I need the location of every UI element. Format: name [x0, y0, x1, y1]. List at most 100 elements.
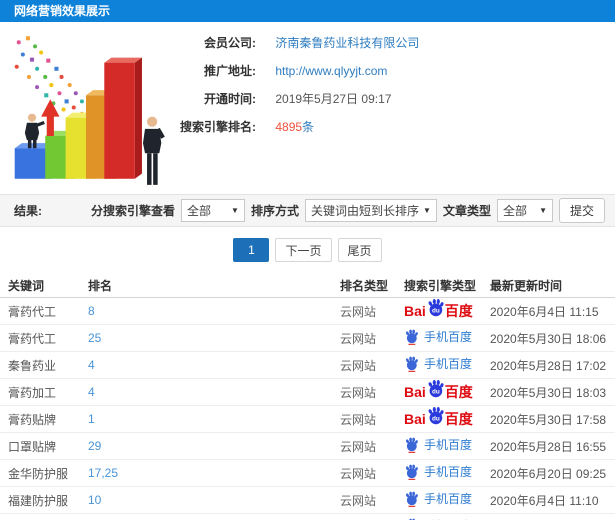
- engine-filter-select[interactable]: 全部 ▼: [180, 199, 245, 222]
- info-row-url: 推广地址: http://www.qlyyjt.com: [172, 64, 615, 78]
- mobile-baidu-paw-icon: [406, 491, 418, 507]
- baidu-paw-icon: du: [428, 380, 444, 398]
- rank-link[interactable]: 29: [88, 439, 340, 453]
- mobile-baidu-text: 手机百度: [424, 437, 473, 452]
- info-row-company: 会员公司: 济南秦鲁药业科技有限公司: [172, 36, 615, 50]
- rank-type-cell: 云网站: [340, 385, 377, 400]
- submit-button[interactable]: 提交: [558, 198, 605, 223]
- open-time-label: 开通时间:: [204, 92, 256, 106]
- results-table: 关键词 排名 排名类型 搜索引擎类型 最新更新时间 膏药代工 8 云网站 Bai…: [0, 273, 615, 520]
- rank-type-cell: 云网站: [340, 439, 377, 454]
- article-type-select[interactable]: 全部 ▼: [496, 199, 553, 222]
- article-type-label: 文章类型: [442, 204, 491, 218]
- rank-type-cell: 云网站: [340, 466, 377, 481]
- mobile-baidu-logo: 手机百度: [404, 491, 472, 507]
- table-row: 口罩贴牌 29 云网站 手机百度 2020年5月28日 16:55: [0, 433, 615, 460]
- mobile-baidu-paw-icon: [406, 356, 418, 372]
- rank-link[interactable]: 10: [88, 493, 340, 507]
- page-title: 网络营销效果展示: [14, 4, 111, 18]
- keyword-cell: 膏药贴牌: [8, 412, 57, 427]
- updated-time-cell: 2020年5月28日 16:55: [490, 439, 607, 454]
- mobile-baidu-text: 手机百度: [424, 356, 473, 371]
- updated-time-cell: 2020年5月30日 18:03: [490, 385, 607, 400]
- baidu-paw-icon: du: [428, 299, 444, 317]
- table-row: 福建防护服 10 云网站 手机百度 2020年6月4日 11:10: [0, 487, 615, 514]
- page-button-1[interactable]: 1: [233, 238, 270, 262]
- window-title-bar: 网络营销效果展示: [0, 0, 615, 22]
- rank-type-cell: 云网站: [340, 358, 377, 373]
- info-row-open-time: 开通时间: 2019年5月27日 09:17: [172, 92, 615, 106]
- rank-type-cell: 云网站: [340, 493, 377, 508]
- article-type-value: 全部: [502, 204, 527, 218]
- rank-link[interactable]: 4: [88, 358, 340, 372]
- pagination: 1 下一页 尾页: [0, 227, 615, 273]
- sort-filter-select[interactable]: 关键词由短到长排序 ▼: [304, 199, 437, 222]
- rank-link[interactable]: 25: [88, 331, 340, 345]
- rank-link[interactable]: 17,25: [88, 466, 340, 480]
- info-row-rank-count: 搜索引擎排名: 4895条: [172, 120, 615, 134]
- baidu-logo-cn-text: 百度: [444, 383, 473, 400]
- engine-type-cell: 手机百度: [404, 356, 490, 375]
- baidu-logo-cn-text: 百度: [444, 410, 473, 427]
- updated-time-cell: 2020年5月30日 18:06: [490, 331, 607, 346]
- table-row: 膏药加工 4 云网站 Bai du 百度 2020年5月30日 18:03: [0, 379, 615, 406]
- rank-type-cell: 云网站: [340, 304, 377, 319]
- mobile-baidu-logo: 手机百度: [404, 356, 472, 372]
- table-row: 膏药贴牌 1 云网站 Bai du 百度 2020年5月30日 17:58: [0, 406, 615, 433]
- engine-type-cell: 手机百度: [404, 464, 490, 483]
- engine-filter-label: 分搜索引擎查看: [90, 204, 175, 218]
- baidu-logo-text: Bai: [404, 302, 426, 319]
- keyword-cell: 秦鲁药业: [8, 358, 57, 373]
- col-header-updated: 最新更新时间: [490, 278, 563, 293]
- promo-url-link[interactable]: http://www.qlyyjt.com: [275, 64, 387, 78]
- baidu-paw-icon: du: [428, 407, 444, 425]
- mobile-baidu-paw-icon: [406, 437, 418, 453]
- table-body: 膏药代工 8 云网站 Bai du 百度 2020年6月4日 11:15 膏药代…: [0, 298, 615, 520]
- mobile-baidu-logo: 手机百度: [404, 437, 472, 453]
- baidu-logo-text: Bai: [404, 383, 426, 400]
- company-name-link[interactable]: 济南秦鲁药业科技有限公司: [275, 36, 419, 50]
- svg-text:du: du: [432, 415, 440, 422]
- sort-filter-value: 关键词由短到长排序: [310, 204, 419, 218]
- table-row: 膏药代工 8 云网站 Bai du 百度 2020年6月4日 11:15: [0, 298, 615, 325]
- mobile-baidu-paw-icon: [406, 464, 418, 480]
- table-row: 手机百度: [0, 514, 615, 520]
- rank-type-cell: 云网站: [340, 331, 377, 346]
- col-header-keyword: 关键词: [8, 278, 45, 293]
- marketing-report-page: 网络营销效果展示 会员公司: 济南秦鲁药业科技有限公司 推广地址: http:/…: [0, 0, 615, 520]
- col-header-rank-type: 排名类型: [340, 278, 389, 293]
- chevron-down-icon: ▼: [539, 206, 547, 215]
- baidu-logo: Bai du 百度: [404, 299, 473, 319]
- open-time-value: 2019年5月27日 09:17: [275, 92, 392, 106]
- baidu-logo: Bai du 百度: [404, 407, 473, 427]
- updated-time-cell: 2020年5月28日 17:02: [490, 358, 607, 373]
- last-page-button[interactable]: 尾页: [337, 238, 382, 262]
- engine-rank-label: 搜索引擎排名:: [180, 120, 256, 134]
- updated-time-cell: 2020年5月30日 17:58: [490, 412, 607, 427]
- table-row: 秦鲁药业 4 云网站 手机百度 2020年5月28日 17:02: [0, 352, 615, 379]
- baidu-logo-cn-text: 百度: [444, 302, 473, 319]
- svg-text:du: du: [432, 307, 440, 314]
- svg-text:du: du: [432, 388, 440, 395]
- rank-link[interactable]: 4: [88, 385, 340, 399]
- company-info-section: 会员公司: 济南秦鲁药业科技有限公司 推广地址: http://www.qlyy…: [0, 22, 615, 194]
- engine-type-cell: Bai du 百度: [404, 407, 490, 427]
- keyword-cell: 福建防护服: [8, 493, 69, 508]
- rank-type-cell: 云网站: [340, 412, 377, 427]
- mobile-baidu-logo: 手机百度: [404, 329, 472, 345]
- table-header-row: 关键词 排名 排名类型 搜索引擎类型 最新更新时间: [0, 273, 615, 298]
- businessman-left: [24, 113, 45, 149]
- engine-type-cell: 手机百度: [404, 437, 490, 456]
- rank-link[interactable]: 8: [88, 304, 340, 318]
- table-row: 膏药代工 25 云网站 手机百度 2020年5月30日 18:06: [0, 325, 615, 352]
- rank-link[interactable]: 1: [88, 412, 340, 426]
- result-label: 结果:: [14, 204, 42, 218]
- updated-time-cell: 2020年6月4日 11:15: [490, 304, 599, 319]
- promo-url-label: 推广地址:: [204, 64, 256, 78]
- sort-filter-label: 排序方式: [250, 204, 299, 218]
- baidu-logo: Bai du 百度: [404, 380, 473, 400]
- baidu-logo-text: Bai: [404, 410, 426, 427]
- mobile-baidu-paw-icon: [406, 329, 418, 345]
- next-page-button[interactable]: 下一页: [275, 238, 332, 262]
- keyword-cell: 金华防护服: [8, 466, 69, 481]
